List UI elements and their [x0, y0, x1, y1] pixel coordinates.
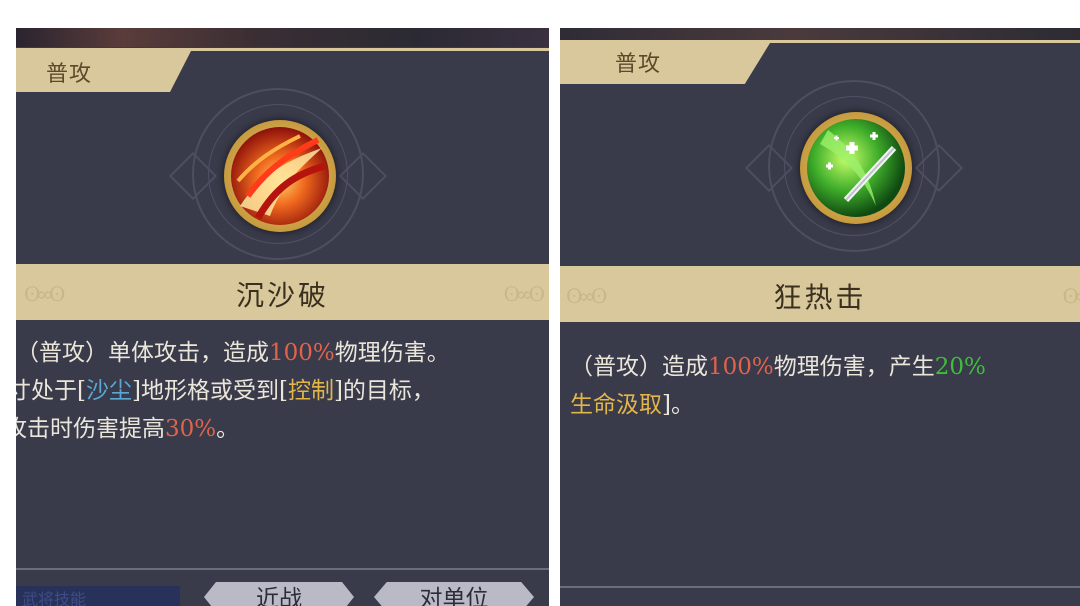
tab-underline [560, 40, 1080, 43]
tag-bar [560, 586, 1080, 606]
desc-line-1: （普攻）造成100%物理伤害，产生20% [570, 354, 986, 380]
fire-slash-icon[interactable] [224, 120, 336, 232]
tab-bar: 普攻 [16, 48, 549, 92]
tab-bar: 普攻 [560, 40, 1080, 84]
frame-ornament [338, 151, 388, 201]
keyword-sand[interactable]: 沙尘 [86, 378, 132, 404]
tab-underline [16, 48, 549, 51]
keyword-lifesteal[interactable]: 生命汲取 [570, 392, 662, 418]
skill-name: 狂热击 [773, 281, 867, 314]
divider [16, 568, 549, 570]
frame-ornament [168, 151, 218, 201]
skill-name-band: ʘ∞ʘ ʘ∞ʘ 沉沙破 [16, 264, 549, 320]
portrait-strip [16, 28, 549, 47]
skill-name: 沉沙破 [235, 279, 329, 312]
lifesteal-percent: 20% [934, 354, 986, 380]
bottom-left-label: 武将技能 [16, 586, 180, 606]
desc-line-2: 寸处于[沙尘]地形格或受到[控制]的目标， [16, 378, 435, 404]
skill-description: （普攻）造成100%物理伤害，产生20% 生命汲取]。 [570, 348, 986, 424]
tag-bar: 武将技能 近战 对单位 [16, 568, 549, 606]
tab-normal-attack[interactable] [560, 43, 770, 84]
desc-line-1: （普攻）单体攻击，造成100%物理伤害。 [16, 340, 450, 366]
tab-normal-attack[interactable] [16, 51, 191, 92]
bonus-percent: 30% [165, 416, 217, 442]
frame-ornament [914, 143, 964, 193]
tag-melee: 近战 [204, 582, 354, 606]
keyword-control[interactable]: 控制 [288, 378, 334, 404]
skill-panel-left: 普攻 ʘ∞ʘ ʘ∞ʘ 沉沙破 （普攻）单体攻击，造成100%物理伤害。 寸处于[… [16, 28, 549, 606]
skill-icon-frame [168, 88, 388, 260]
divider [560, 586, 1080, 588]
desc-line-3: 攻击时伤害提高30%。 [16, 416, 240, 442]
portrait-strip [560, 28, 1080, 40]
frame-ornament [744, 143, 794, 193]
skill-name-band: ʘ∞ʘ ʘ∞ʘ 狂热击 [560, 266, 1080, 322]
tag-single-target: 对单位 [374, 582, 534, 606]
tab-label: 普攻 [46, 62, 93, 87]
desc-line-2: 生命汲取]。 [570, 392, 694, 418]
damage-percent: 100% [708, 354, 774, 380]
green-heal-strike-icon[interactable] [800, 112, 912, 224]
damage-percent: 100% [269, 340, 335, 366]
skill-panel-right: 普攻 ʘ∞ʘ ʘ 狂热击 （普攻）造成100%物理伤害，产生20% 生命汲取]。 [560, 28, 1080, 606]
skill-description: （普攻）单体攻击，造成100%物理伤害。 寸处于[沙尘]地形格或受到[控制]的目… [16, 334, 450, 448]
skill-icon-frame [744, 80, 964, 252]
tab-label: 普攻 [615, 52, 662, 77]
